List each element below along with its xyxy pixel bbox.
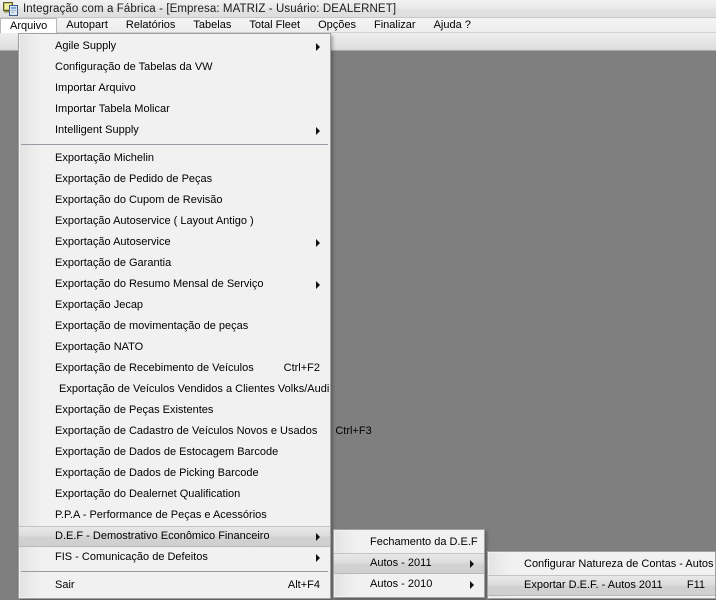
menu-item-exportacao-autoservice-layout-antigo[interactable]: Exportação Autoservice ( Layout Antigo ) xyxy=(19,211,330,232)
menu-item-label: Exportação Michelin xyxy=(55,152,155,164)
menu-item-label: Autos - 2010 xyxy=(370,578,433,590)
menu-item-shortcut: Alt+F4 xyxy=(287,579,320,591)
menu-item-label: Exportação de Pedido de Peças xyxy=(55,173,213,185)
menubar-item-finalizar[interactable]: Finalizar xyxy=(365,18,425,33)
menu-item-sair[interactable]: Sair Alt+F4 xyxy=(19,575,330,596)
menu-item-exportacao-de-garantia[interactable]: Exportação de Garantia xyxy=(19,253,330,274)
menu-item-label: Exportação de Dados de Estocagem Barcode xyxy=(55,446,279,458)
menubar-item-opcoes[interactable]: Opções xyxy=(309,18,365,33)
menu-item-label: Exportação de Recebimento de Veículos xyxy=(55,362,254,374)
menu-item-exportacao-de-veiculos-vendidos-a-clientes-volks[interactable]: Exportação de Veículos Vendidos a Client… xyxy=(19,379,330,400)
chevron-right-icon xyxy=(316,532,320,541)
menu-popup-def: Fechamento da D.E.F Autos - 2011 Autos - 2… xyxy=(333,529,485,598)
menu-item-label: Exportação NATO xyxy=(55,341,144,353)
menu-item-configurar-natureza-de-contas-autos[interactable]: Configurar Natureza de Contas - Autos xyxy=(488,554,715,575)
menu-item-label: Configuração de Tabelas da VW xyxy=(55,61,213,73)
window-title-text: Integração com a Fábrica - [Empresa: MAT… xyxy=(23,2,397,15)
menu-item-exportacao-de-recebimento-de-veiculos[interactable]: Exportação de Recebimento de Veículos Ctr… xyxy=(19,358,330,379)
menu-def-items: Fechamento da D.E.F Autos - 2011 Autos - 2… xyxy=(334,532,484,595)
menu-item-label: Exportação do Cupom de Revisão xyxy=(55,194,223,206)
menu-item-label: Importar Arquivo xyxy=(55,82,136,94)
menu-item-exportacao-do-cupom-de-revisao[interactable]: Exportação do Cupom de Revisão xyxy=(19,190,330,211)
menu-item-label: Sair xyxy=(55,579,75,591)
menu-autos-2011-items: Configurar Natureza de Contas - Autos Exp… xyxy=(488,554,715,596)
menu-item-label: D.E.F - Demostrativo Econômico Financeir… xyxy=(55,530,270,542)
menu-item-exportacao-de-movimentacao-de-pecas[interactable]: Exportação de movimentação de peças xyxy=(19,316,330,337)
menu-item-shortcut: F11 xyxy=(686,579,705,591)
menu-item-label: Importar Tabela Molicar xyxy=(55,103,170,115)
menu-item-exportacao-de-pecas-existentes[interactable]: Exportação de Peças Existentes xyxy=(19,400,330,421)
menu-item-label: Exportação de Cadastro de Veículos Novos… xyxy=(55,425,318,437)
menu-item-label: Exportação Autoservice ( Layout Antigo ) xyxy=(55,215,254,227)
application-icon xyxy=(3,1,19,17)
menubar-item-relatorios[interactable]: Relatórios xyxy=(117,18,185,33)
menu-arquivo-items: Agile Supply Configuração de Tabelas da V… xyxy=(19,36,372,596)
chevron-right-icon xyxy=(316,42,320,51)
menu-item-autos-2010[interactable]: Autos - 2010 xyxy=(334,574,484,595)
menu-item-label: Configurar Natureza de Contas - Autos xyxy=(524,558,714,570)
menu-item-label: P.P.A - Performance de Peças e Acessório… xyxy=(55,509,267,521)
menu-separator xyxy=(21,571,328,572)
menu-item-label: Fechamento da D.E.F xyxy=(370,536,478,548)
menu-item-label: Autos - 2011 xyxy=(370,557,432,569)
menu-item-p-p-a-performance-de-pecas-e-acessorios[interactable]: P.P.A - Performance de Peças e Acessório… xyxy=(19,505,330,526)
menu-item-label: Exportação de Garantia xyxy=(55,257,172,269)
menu-item-exportacao-autoservice[interactable]: Exportação Autoservice xyxy=(19,232,330,253)
menu-item-label: Exportação do Dealernet Qualification xyxy=(55,488,241,500)
menu-item-d-e-f-demostrativo-economico-financeiro[interactable]: D.E.F - Demostrativo Econômico Financeir… xyxy=(19,526,330,547)
menu-item-label: FIS - Comunicação de Defeitos xyxy=(55,551,208,563)
menu-item-label: Exportação de movimentação de peças xyxy=(55,320,249,332)
menu-item-exportacao-michelin[interactable]: Exportação Michelin xyxy=(19,148,330,169)
menu-item-label: Exportação de Veículos Vendidos a Client… xyxy=(59,383,330,395)
menu-item-fis-comunicacao-de-defeitos[interactable]: FIS - Comunicação de Defeitos xyxy=(19,547,330,568)
menubar-item-total-fleet[interactable]: Total Fleet xyxy=(240,18,309,33)
menu-item-exportacao-de-cadastro-de-veiculos-novos-e-usado[interactable]: Exportação de Cadastro de Veículos Novos… xyxy=(19,421,372,442)
menu-popup-arquivo: Agile Supply Configuração de Tabelas da V… xyxy=(18,33,372,599)
menu-item-exportacao-do-dealernet-qualification[interactable]: Exportação do Dealernet Qualification xyxy=(19,484,330,505)
menu-item-exportar-d-e-f-autos-2011[interactable]: Exportar D.E.F. - Autos 2011 F11 xyxy=(488,575,715,596)
window-title-bar: Integração com a Fábrica - [Empresa: MAT… xyxy=(0,0,716,18)
chevron-right-icon xyxy=(316,126,320,135)
menu-item-exportacao-nato[interactable]: Exportação NATO xyxy=(19,337,330,358)
menu-item-agile-supply[interactable]: Agile Supply xyxy=(19,36,330,57)
chevron-right-icon xyxy=(470,580,474,589)
chevron-right-icon xyxy=(316,238,320,247)
menu-item-exportacao-de-dados-de-estocagem-barcode[interactable]: Exportação de Dados de Estocagem Barcode xyxy=(19,442,330,463)
menu-item-label: Agile Supply xyxy=(55,40,117,52)
menu-item-exportacao-do-resumo-mensal-de-servico[interactable]: Exportação do Resumo Mensal de Serviço xyxy=(19,274,330,295)
menu-item-label: Exportação de Dados de Picking Barcode xyxy=(55,467,259,479)
menubar-item-ajuda[interactable]: Ajuda ? xyxy=(425,18,480,33)
menu-item-importar-arquivo[interactable]: Importar Arquivo xyxy=(19,78,330,99)
menu-item-exportacao-de-dados-de-picking-barcode[interactable]: Exportação de Dados de Picking Barcode xyxy=(19,463,330,484)
menubar-item-arquivo[interactable]: Arquivo xyxy=(0,17,58,33)
menu-item-label: Exportação Jecap xyxy=(55,299,144,311)
menu-item-exportacao-jecap[interactable]: Exportação Jecap xyxy=(19,295,330,316)
menu-item-label: Intelligent Supply xyxy=(55,124,139,136)
menu-item-shortcut: Ctrl+F2 xyxy=(283,362,320,374)
menu-item-importar-tabela-molicar[interactable]: Importar Tabela Molicar xyxy=(19,99,330,120)
chevron-right-icon xyxy=(470,559,474,568)
menu-separator xyxy=(21,144,328,145)
menu-item-shortcut: Ctrl+F3 xyxy=(335,425,372,437)
menu-bar: Arquivo Autopart Relatórios Tabelas Tota… xyxy=(0,17,716,33)
chevron-right-icon xyxy=(316,553,320,562)
menu-item-exportacao-de-pedido-de-pecas[interactable]: Exportação de Pedido de Peças xyxy=(19,169,330,190)
menu-item-configuracao-de-tabelas-da-vw[interactable]: Configuração de Tabelas da VW xyxy=(19,57,330,78)
menubar-item-tabelas[interactable]: Tabelas xyxy=(184,18,240,33)
menu-item-autos-2011[interactable]: Autos - 2011 xyxy=(334,553,484,574)
menu-item-label: Exportação Autoservice xyxy=(55,236,171,248)
menu-item-label: Exportação de Peças Existentes xyxy=(55,404,214,416)
menu-item-label: Exportar D.E.F. - Autos 2011 xyxy=(524,579,663,591)
menu-popup-autos-2011: Configurar Natureza de Contas - Autos Exp… xyxy=(487,551,716,599)
menu-item-fechamento-da-d-e-f[interactable]: Fechamento da D.E.F xyxy=(334,532,484,553)
menubar-item-autopart[interactable]: Autopart xyxy=(57,18,117,33)
menu-item-label: Exportação do Resumo Mensal de Serviço xyxy=(55,278,264,290)
chevron-right-icon xyxy=(316,280,320,289)
menu-item-intelligent-supply[interactable]: Intelligent Supply xyxy=(19,120,330,141)
